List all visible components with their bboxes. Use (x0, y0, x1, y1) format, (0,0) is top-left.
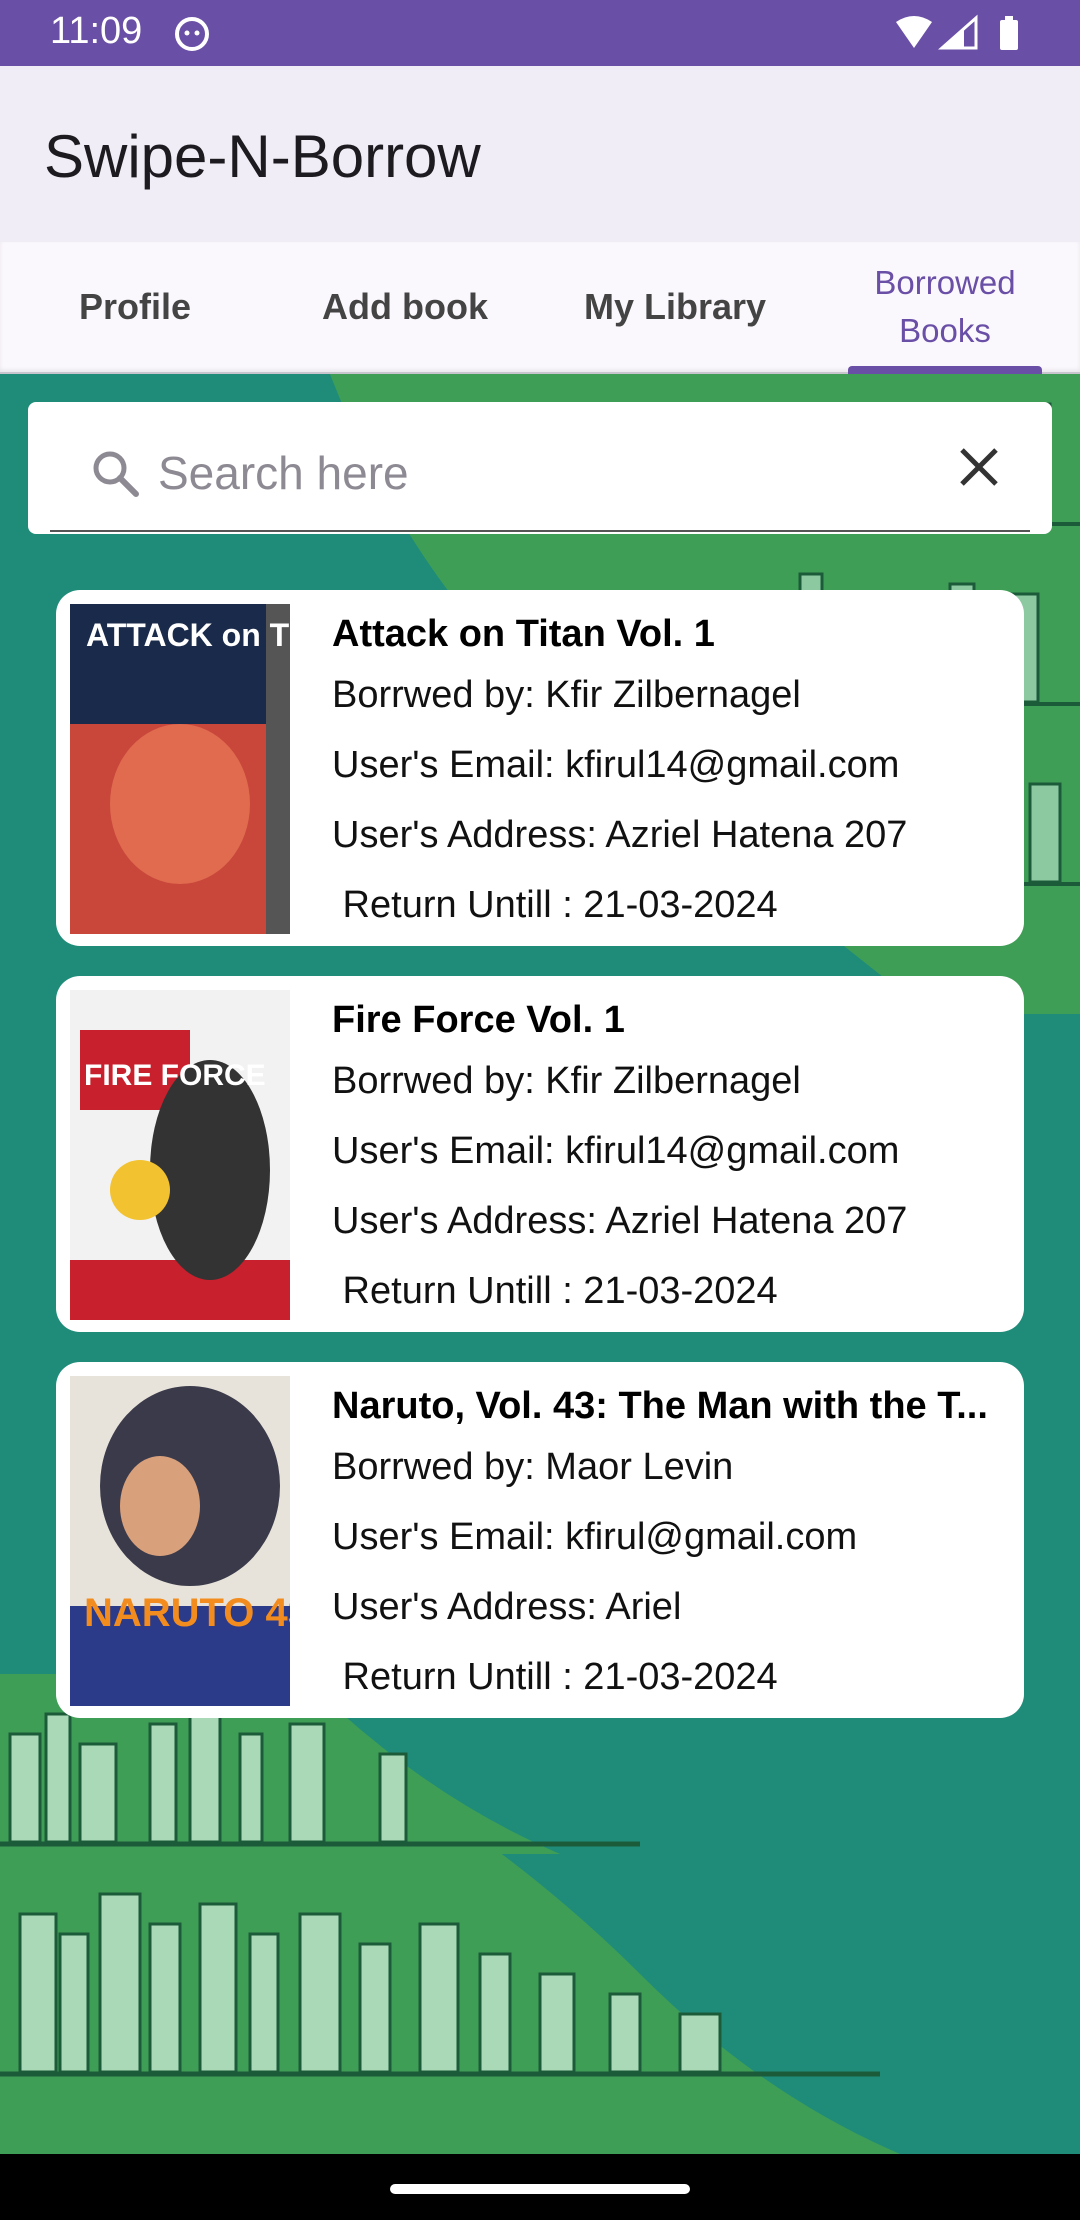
active-tab-indicator (848, 366, 1042, 374)
user-email: User's Email: kfirul@gmail.com (332, 1516, 858, 1558)
tab-label-line1: Borrowed (874, 264, 1016, 301)
user-address: User's Address: Azriel Hatena 207 (332, 814, 908, 856)
app-notification-icon (175, 17, 209, 51)
return-until: Return Untill : 21-03-2024 (332, 1270, 778, 1312)
return-until: Return Untill : 21-03-2024 (332, 884, 778, 926)
tab-bar: Profile Add book My Library Borrowed Book… (0, 242, 1080, 374)
signal-icon (938, 14, 978, 50)
search-input[interactable]: Search here (158, 446, 409, 500)
book-cover-image: NARUTO 43 (70, 1376, 290, 1706)
return-until: Return Untill : 21-03-2024 (332, 1656, 778, 1698)
user-address: User's Address: Ariel (332, 1586, 682, 1628)
tab-label: Add book (322, 286, 488, 327)
borrowed-by: Borrwed by: Maor Levin (332, 1446, 734, 1488)
tab-add-book[interactable]: Add book (270, 242, 540, 372)
user-address: User's Address: Azriel Hatena 207 (332, 1200, 908, 1242)
status-bar: 11:09 (0, 0, 1080, 66)
tab-label: Profile (78, 286, 192, 327)
book-info: Attack on Titan Vol. 1 Borrwed by: Kfir … (332, 608, 1010, 940)
borrowed-by: Borrwed by: Kfir Zilbernagel (332, 674, 801, 716)
home-gesture-handle[interactable] (390, 2184, 690, 2194)
book-title: Attack on Titan Vol. 1 (332, 613, 715, 655)
status-icons (896, 14, 1018, 50)
book-cover-image: ATTACK on TITAN (70, 604, 290, 934)
battery-icon (1000, 16, 1018, 50)
tab-my-library[interactable]: My Library (540, 242, 810, 372)
search-bar[interactable]: Search here (28, 402, 1052, 534)
user-email: User's Email: kfirul14@gmail.com (332, 744, 900, 786)
cover-title-text: NARUTO 43 (84, 1591, 290, 1635)
book-cover-image: FIRE FORCE (70, 990, 290, 1320)
tab-label: My Library (583, 286, 767, 327)
book-card[interactable]: FIRE FORCE Fire Force Vol. 1 Borrwed by:… (56, 976, 1024, 1332)
app-bar: Swipe-N-Borrow (0, 66, 1080, 242)
system-navigation-bar (0, 2154, 1080, 2220)
book-card[interactable]: NARUTO 43 Naruto, Vol. 43: The Man with … (56, 1362, 1024, 1718)
cover-title-text: ATTACK on TITAN (86, 617, 290, 653)
cover-title-text: FIRE FORCE (84, 1059, 266, 1092)
app-title: Swipe-N-Borrow (44, 123, 481, 190)
user-email: User's Email: kfirul14@gmail.com (332, 1130, 900, 1172)
book-info: Fire Force Vol. 1 Borrwed by: Kfir Zilbe… (332, 994, 1010, 1326)
book-card[interactable]: ATTACK on TITAN Attack on Titan Vol. 1 B… (56, 590, 1024, 946)
search-icon (93, 451, 139, 497)
book-title: Fire Force Vol. 1 (332, 999, 625, 1041)
status-time: 11:09 (50, 10, 143, 52)
borrowed-by: Borrwed by: Kfir Zilbernagel (332, 1060, 801, 1102)
wifi-icon (896, 16, 932, 48)
close-icon[interactable] (952, 440, 1006, 494)
tab-label-line2: Books (899, 312, 991, 349)
search-underline (50, 530, 1030, 532)
book-title: Naruto, Vol. 43: The Man with the T... (332, 1385, 988, 1427)
tab-profile[interactable]: Profile (0, 242, 270, 372)
book-info: Naruto, Vol. 43: The Man with the T... B… (332, 1380, 1010, 1712)
tab-label: Borrowed Books (874, 259, 1015, 355)
tab-borrowed-books[interactable]: Borrowed Books (810, 242, 1080, 372)
